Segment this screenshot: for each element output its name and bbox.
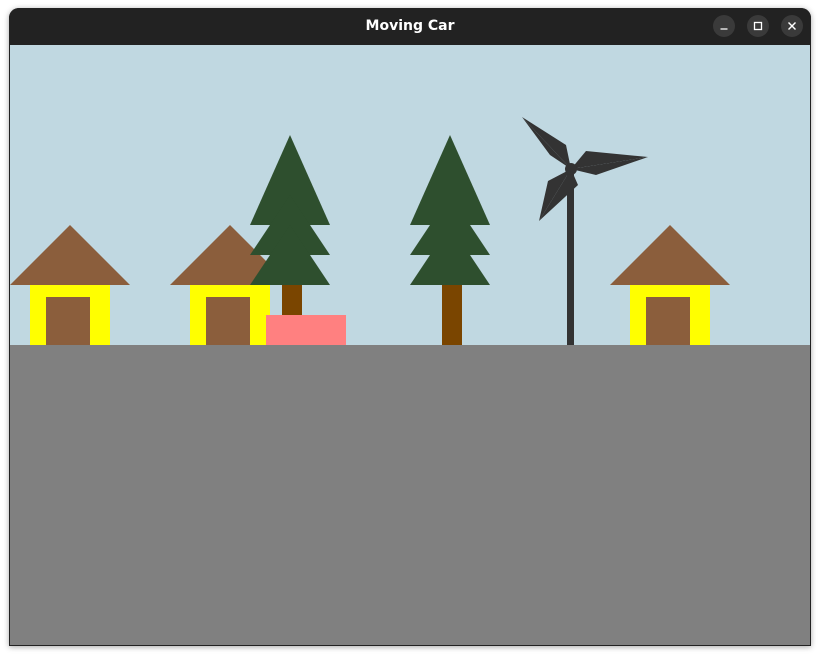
windmill-tower bbox=[567, 170, 574, 345]
minimize-button[interactable] bbox=[713, 15, 735, 37]
title-bar[interactable]: Moving Car bbox=[9, 8, 811, 45]
tree-trunk bbox=[442, 285, 462, 345]
house-door bbox=[646, 297, 690, 345]
ground bbox=[10, 345, 810, 645]
close-button[interactable] bbox=[781, 15, 803, 37]
maximize-icon bbox=[753, 21, 763, 31]
scene-canvas bbox=[10, 45, 810, 645]
car bbox=[266, 315, 346, 345]
close-icon bbox=[788, 22, 796, 30]
house-door bbox=[46, 297, 90, 345]
window-title: Moving Car bbox=[365, 18, 455, 34]
maximize-button[interactable] bbox=[747, 15, 769, 37]
house-door bbox=[206, 297, 250, 345]
minimize-icon bbox=[720, 28, 728, 30]
windmill-hub bbox=[565, 163, 577, 175]
app-window: Moving Car bbox=[9, 8, 811, 646]
